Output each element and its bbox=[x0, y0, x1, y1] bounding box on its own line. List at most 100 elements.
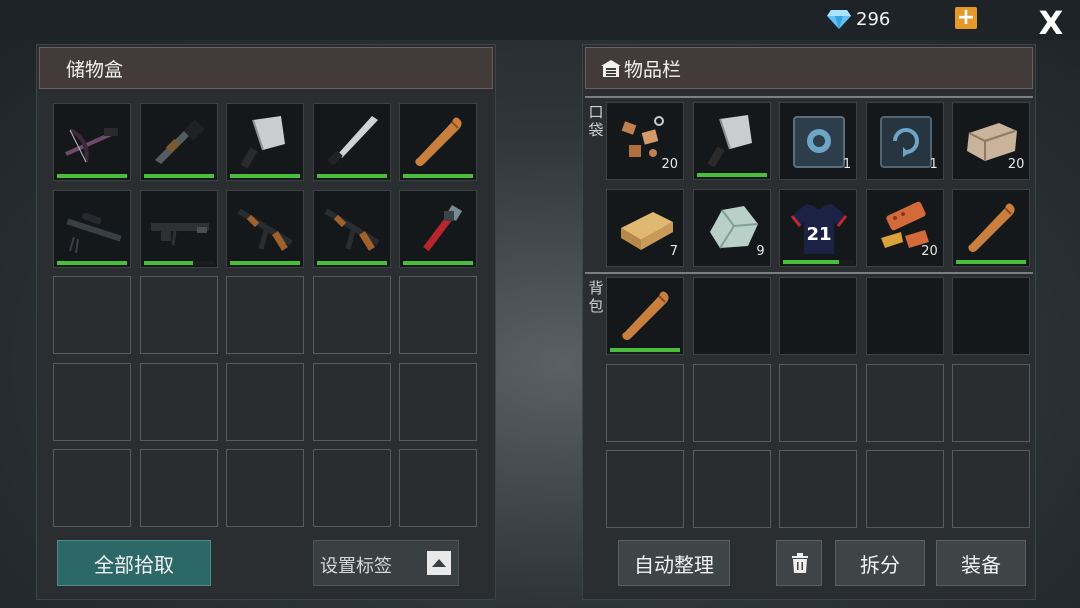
jersey-icon: 21 bbox=[791, 203, 848, 254]
item-slot[interactable]: 20 bbox=[952, 102, 1031, 180]
cleaver-icon bbox=[707, 115, 752, 168]
backpack-label: 背 包 bbox=[587, 279, 605, 315]
item-slot[interactable] bbox=[399, 103, 478, 181]
close-button[interactable]: X bbox=[1034, 6, 1068, 40]
item-icon-wrap bbox=[60, 197, 126, 259]
durability-fill bbox=[783, 259, 840, 264]
auto-sort-button[interactable]: 自动整理 bbox=[618, 540, 730, 586]
inventory-header: 物品栏 bbox=[585, 47, 1033, 89]
item-quantity: 9 bbox=[756, 243, 765, 259]
empty-slot[interactable] bbox=[226, 276, 305, 355]
empty-slot[interactable] bbox=[692, 450, 771, 529]
item-slot[interactable]: 20 bbox=[865, 188, 944, 267]
storage-header: 储物盒 bbox=[39, 47, 493, 89]
item-slot[interactable]: 9 bbox=[692, 188, 771, 267]
storage-panel: 储物盒 全部拾取 设置标签 bbox=[36, 44, 496, 600]
pocket-label-char: 口 bbox=[588, 103, 604, 121]
empty-slot[interactable] bbox=[606, 450, 684, 529]
durability-bar bbox=[143, 260, 214, 265]
empty-slot[interactable] bbox=[139, 449, 218, 528]
item-slot[interactable] bbox=[226, 103, 305, 181]
item-slot[interactable] bbox=[692, 102, 771, 180]
item-slot[interactable] bbox=[226, 189, 305, 268]
item-slot[interactable] bbox=[312, 189, 391, 268]
empty-slot[interactable] bbox=[312, 362, 391, 441]
item-slot[interactable] bbox=[606, 277, 684, 355]
item-icon-wrap bbox=[406, 110, 472, 172]
empty-slot[interactable] bbox=[53, 362, 131, 441]
item-icon-wrap bbox=[233, 110, 299, 172]
empty-slot[interactable] bbox=[865, 450, 944, 529]
empty-slot[interactable] bbox=[399, 276, 478, 355]
top-bar bbox=[0, 0, 1080, 40]
empty-slot[interactable] bbox=[53, 276, 131, 355]
empty-slot[interactable] bbox=[226, 449, 305, 528]
item-slot[interactable] bbox=[53, 103, 131, 181]
durability-fill bbox=[316, 260, 387, 265]
item-slot[interactable] bbox=[139, 189, 218, 268]
cleaver-icon bbox=[240, 116, 286, 169]
trash-button[interactable] bbox=[776, 540, 822, 586]
empty-slot[interactable] bbox=[312, 276, 391, 355]
empty-slot[interactable] bbox=[779, 363, 858, 442]
item-slot[interactable]: 20 bbox=[606, 102, 684, 180]
empty-slot[interactable] bbox=[952, 450, 1031, 529]
item-slot[interactable] bbox=[312, 103, 391, 181]
empty-slot[interactable] bbox=[865, 277, 944, 355]
pocket-label: 口 袋 bbox=[587, 103, 605, 139]
item-slot[interactable]: 1 bbox=[865, 102, 944, 180]
triangle-up-icon[interactable] bbox=[427, 551, 451, 575]
item-quantity: 1 bbox=[929, 157, 938, 172]
empty-slot[interactable] bbox=[139, 276, 218, 355]
durability-bar bbox=[57, 174, 127, 178]
pipe-wrench-icon bbox=[423, 204, 463, 251]
item-slot[interactable] bbox=[139, 103, 218, 181]
equip-button[interactable]: 装备 bbox=[936, 540, 1026, 586]
durability-bar bbox=[143, 174, 214, 178]
empty-slot[interactable] bbox=[399, 362, 478, 441]
item-icon-wrap bbox=[320, 197, 386, 259]
item-icon-wrap bbox=[700, 109, 766, 171]
empty-slot[interactable] bbox=[779, 277, 858, 355]
baseball-bat-icon bbox=[622, 291, 669, 340]
empty-slot[interactable] bbox=[952, 277, 1031, 355]
jersey-number: 21 bbox=[807, 224, 832, 245]
split-button[interactable]: 拆分 bbox=[835, 540, 925, 586]
item-slot[interactable] bbox=[399, 189, 478, 268]
empty-slot[interactable] bbox=[399, 449, 478, 528]
set-tag-dropdown[interactable]: 设置标签 bbox=[313, 540, 459, 586]
empty-slot[interactable] bbox=[606, 363, 684, 442]
empty-slot[interactable] bbox=[692, 363, 771, 442]
durability-fill bbox=[230, 260, 301, 265]
plus-icon: + bbox=[956, 5, 976, 30]
durability-fill bbox=[610, 348, 680, 352]
item-slot[interactable]: 21 bbox=[779, 188, 858, 267]
item-icon-wrap bbox=[60, 110, 126, 172]
item-icon-wrap bbox=[613, 284, 679, 346]
inventory-panel: 物品栏 口 袋 背 包 20 1 1 20 7 9 21 20 自动整理 拆分 装备 bbox=[582, 44, 1036, 600]
durability-bar bbox=[783, 259, 854, 264]
durability-fill bbox=[143, 174, 214, 178]
set-tag-label: 设置标签 bbox=[320, 556, 392, 577]
item-slot[interactable]: 7 bbox=[606, 188, 684, 267]
pickup-all-button[interactable]: 全部拾取 bbox=[57, 540, 211, 586]
inventory-title: 物品栏 bbox=[624, 58, 682, 81]
empty-slot[interactable] bbox=[865, 363, 944, 442]
empty-slot[interactable] bbox=[952, 363, 1031, 442]
item-slot[interactable] bbox=[53, 189, 131, 268]
empty-slot[interactable] bbox=[53, 449, 131, 528]
item-slot[interactable] bbox=[952, 188, 1031, 267]
durability-bar bbox=[403, 260, 474, 265]
empty-slot[interactable] bbox=[312, 449, 391, 528]
pocket-divider bbox=[585, 96, 1033, 98]
durability-fill bbox=[316, 174, 387, 178]
empty-slot[interactable] bbox=[779, 450, 858, 529]
empty-slot[interactable] bbox=[692, 277, 771, 355]
durability-fill bbox=[403, 260, 474, 265]
add-gems-button[interactable]: + bbox=[955, 7, 977, 29]
item-icon-wrap bbox=[147, 110, 213, 172]
empty-slot[interactable] bbox=[139, 362, 218, 441]
empty-slot[interactable] bbox=[226, 362, 305, 441]
item-slot[interactable]: 1 bbox=[779, 102, 858, 180]
pocket-label-char: 袋 bbox=[588, 121, 604, 139]
